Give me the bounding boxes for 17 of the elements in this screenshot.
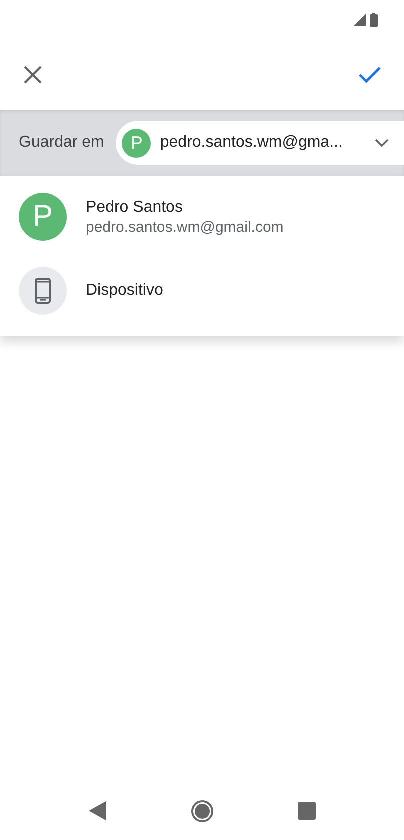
back-icon[interactable] xyxy=(88,801,106,821)
account-email: pedro.santos.wm@gmail.com xyxy=(86,218,284,236)
avatar: P xyxy=(19,193,67,241)
save-to-label: Guardar em xyxy=(19,134,104,152)
device-item[interactable]: Dispositivo xyxy=(0,254,404,328)
home-icon[interactable] xyxy=(190,800,214,822)
account-name: Pedro Santos xyxy=(86,198,184,216)
checkmark-icon[interactable] xyxy=(358,66,382,84)
signal-icon xyxy=(354,14,366,26)
account-dropdown[interactable]: P pedro.santos.wm@gma... xyxy=(116,121,404,165)
device-label: Dispositivo xyxy=(86,282,164,300)
close-icon[interactable] xyxy=(22,64,44,86)
chevron-down-icon xyxy=(374,138,390,148)
battery-icon xyxy=(370,13,378,27)
recents-icon[interactable] xyxy=(298,802,316,820)
phone-icon xyxy=(19,267,67,315)
account-item[interactable]: P Pedro Santos pedro.santos.wm@gmail.com xyxy=(0,180,404,254)
